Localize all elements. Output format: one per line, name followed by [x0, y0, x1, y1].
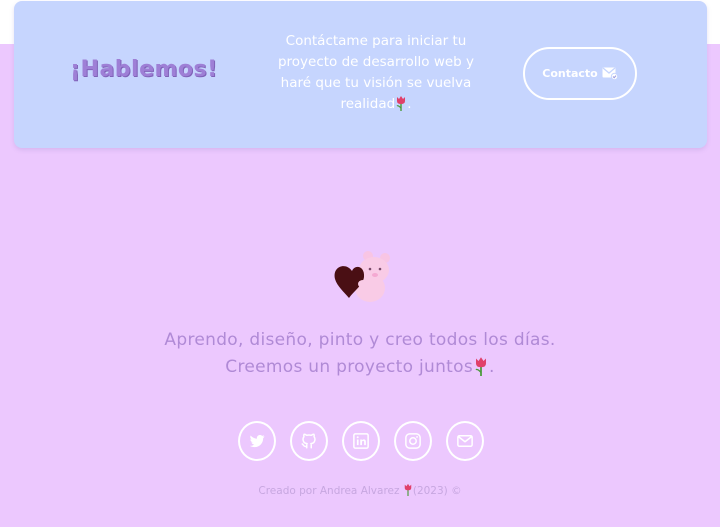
- social-links: [238, 421, 484, 461]
- contact-button[interactable]: Contacto: [523, 47, 637, 100]
- mail-icon: [457, 435, 473, 447]
- tagline-line-1: Aprendo, diseño, pinto y creo todos los …: [164, 330, 556, 350]
- mail-send-icon: [602, 67, 618, 80]
- tagline-line-2-text: Creemos un proyecto juntos: [225, 357, 473, 377]
- twitter-link[interactable]: [238, 421, 276, 461]
- tulip-emoji-icon: [404, 483, 412, 496]
- instagram-icon: [405, 433, 421, 449]
- email-link[interactable]: [446, 421, 484, 461]
- instagram-link[interactable]: [394, 421, 432, 461]
- github-link[interactable]: [290, 421, 328, 461]
- github-icon: [301, 433, 316, 449]
- tulip-emoji-icon: [396, 96, 406, 111]
- contact-cta-card: ¡Hablemos! Contáctame para iniciar tu pr…: [14, 1, 707, 148]
- tagline-line-2: Creemos un proyecto juntos.: [0, 356, 720, 377]
- bear-with-heart-icon: [334, 251, 390, 302]
- cta-title: ¡Hablemos!: [70, 57, 218, 82]
- cta-text-body: Contáctame para iniciar tu proyecto de d…: [277, 33, 475, 112]
- linkedin-icon: [353, 433, 369, 449]
- tagline-line-2-end: .: [489, 357, 495, 377]
- twitter-icon: [249, 434, 265, 448]
- cta-text: Contáctame para iniciar tu proyecto de d…: [266, 31, 486, 115]
- tulip-emoji-icon: [475, 357, 486, 376]
- footer-credit: Creado por Andrea Alvarez (2023) ©: [0, 483, 720, 497]
- credit-year: (2023) ©: [412, 485, 462, 497]
- credit-text: Creado por Andrea Alvarez: [258, 485, 400, 497]
- cta-text-end: .: [407, 96, 412, 112]
- linkedin-link[interactable]: [342, 421, 380, 461]
- contact-button-label: Contacto: [542, 67, 598, 80]
